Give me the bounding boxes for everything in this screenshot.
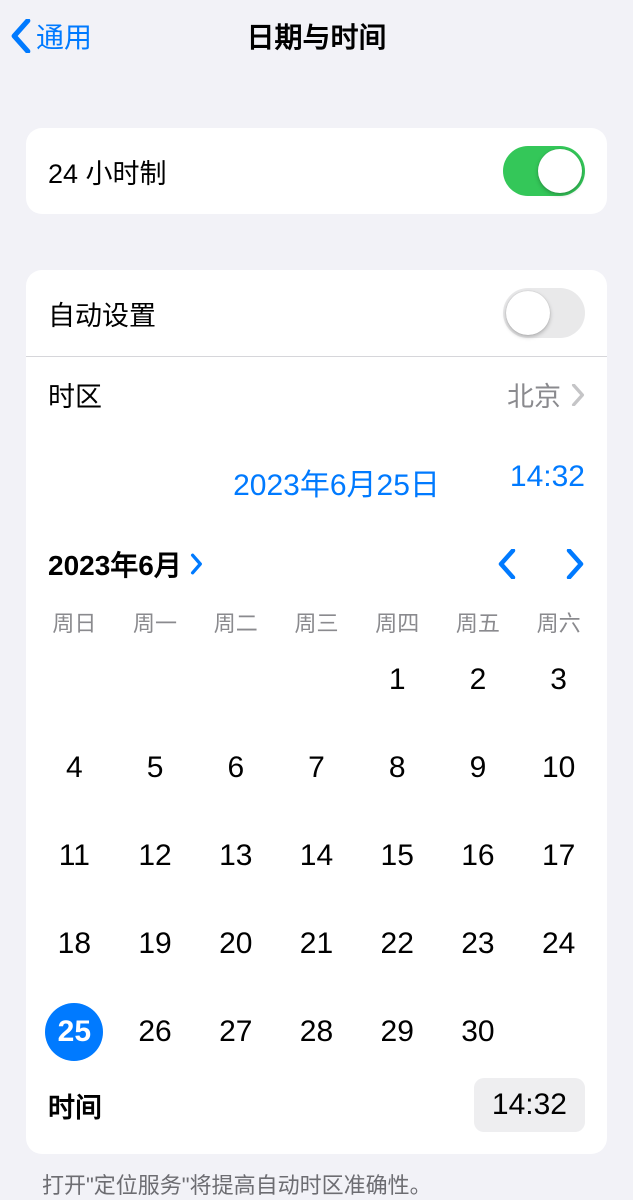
summary-time[interactable]: 14:32 (510, 460, 585, 504)
calendar-day[interactable]: 3 (518, 650, 599, 710)
calendar-day[interactable]: 19 (115, 914, 196, 974)
calendar-day-number: 20 (219, 927, 252, 961)
calendar-day[interactable]: 8 (357, 738, 438, 798)
toggle-knob (506, 291, 550, 335)
calendar-day[interactable]: 17 (518, 826, 599, 886)
timezone-row[interactable]: 时区 北京 (26, 356, 607, 432)
calendar-day-number: 30 (461, 1015, 494, 1049)
weekday-label: 周日 (34, 606, 115, 638)
calendar-blank (115, 650, 196, 710)
calendar-day[interactable]: 16 (438, 826, 519, 886)
month-picker-button[interactable]: 2023年6月 (48, 544, 204, 584)
calendar-day-number: 5 (147, 751, 164, 785)
calendar-day-number: 22 (381, 927, 414, 961)
calendar-day-number: 15 (381, 839, 414, 873)
weekday-label: 周三 (276, 606, 357, 638)
calendar-day-number: 3 (550, 663, 567, 697)
weekday-header: 周日周一周二周三周四周五周六 (26, 598, 607, 646)
weekday-label: 周六 (518, 606, 599, 638)
calendar-day[interactable]: 7 (276, 738, 357, 798)
calendar-day-number: 24 (542, 927, 575, 961)
calendar-day[interactable]: 24 (518, 914, 599, 974)
clock-24h-toggle[interactable] (503, 146, 585, 196)
calendar-day-number: 29 (381, 1015, 414, 1049)
calendar-day[interactable]: 10 (518, 738, 599, 798)
calendar-day-number: 28 (300, 1015, 333, 1049)
calendar-day[interactable]: 23 (438, 914, 519, 974)
weekday-label: 周四 (357, 606, 438, 638)
summary-date[interactable]: 2023年6月25日 (233, 460, 440, 504)
calendar-day-number: 11 (59, 839, 90, 873)
calendar-day-number: 8 (389, 751, 406, 785)
calendar-day-number: 21 (300, 927, 333, 961)
calendar-day-number: 13 (219, 839, 252, 873)
calendar-day[interactable]: 9 (438, 738, 519, 798)
calendar-blank (34, 650, 115, 710)
weekday-label: 周五 (438, 606, 519, 638)
footnote: 打开"定位服务"将提高自动时区准确性。 (42, 1168, 591, 1200)
calendar-day-number: 14 (300, 839, 333, 873)
calendar-day-number: 26 (138, 1015, 171, 1049)
calendar-day-number: 1 (389, 663, 406, 697)
calendar-day-number: 6 (227, 751, 244, 785)
calendar-day-number: 27 (219, 1015, 252, 1049)
calendar-day-number: 9 (470, 751, 487, 785)
back-button[interactable]: 通用 (0, 16, 92, 56)
calendar-day[interactable]: 29 (357, 1002, 438, 1062)
chevron-right-icon (190, 553, 204, 575)
calendar-grid: 1234567891011121314151617181920212223242… (26, 646, 607, 1074)
auto-set-toggle[interactable] (503, 288, 585, 338)
weekday-label: 周一 (115, 606, 196, 638)
timezone-label: 时区 (48, 375, 102, 414)
calendar-blank (276, 650, 357, 710)
calendar-day[interactable]: 1 (357, 650, 438, 710)
calendar-day[interactable]: 28 (276, 1002, 357, 1062)
calendar-day[interactable]: 12 (115, 826, 196, 886)
calendar-day[interactable]: 5 (115, 738, 196, 798)
next-month-button[interactable] (565, 549, 585, 579)
back-label: 通用 (36, 16, 92, 56)
clock-24h-label: 24 小时制 (48, 152, 167, 191)
calendar-day[interactable]: 6 (195, 738, 276, 798)
calendar-day[interactable]: 21 (276, 914, 357, 974)
toggle-knob (538, 149, 582, 193)
calendar-day-number: 16 (461, 839, 494, 873)
calendar-day[interactable]: 27 (195, 1002, 276, 1062)
calendar-day-number: 7 (308, 751, 325, 785)
time-label: 时间 (48, 1086, 102, 1125)
calendar-day[interactable]: 11 (34, 826, 115, 886)
calendar-day[interactable]: 15 (357, 826, 438, 886)
calendar-day-number: 19 (138, 927, 171, 961)
chevron-right-icon (571, 384, 585, 406)
month-title: 2023年6月 (48, 544, 182, 584)
calendar-blank (195, 650, 276, 710)
calendar-day[interactable]: 4 (34, 738, 115, 798)
calendar-day-number: 12 (138, 839, 171, 873)
calendar-day-number: 23 (461, 927, 494, 961)
calendar-day[interactable]: 14 (276, 826, 357, 886)
calendar-day[interactable]: 2 (438, 650, 519, 710)
calendar-day-number: 17 (542, 839, 575, 873)
chevron-left-icon (10, 19, 32, 53)
auto-set-label: 自动设置 (48, 294, 156, 333)
calendar-day[interactable]: 30 (438, 1002, 519, 1062)
calendar-day-number: 2 (470, 663, 487, 697)
calendar-day-number: 18 (58, 927, 91, 961)
calendar-day[interactable]: 25 (34, 1002, 115, 1062)
group-datetime: 自动设置 时区 北京 2023年6月25日 14:32 2023年6月 (26, 270, 607, 1154)
calendar-day-number: 10 (542, 751, 575, 785)
group-24h: 24 小时制 (26, 128, 607, 214)
calendar-day[interactable]: 18 (34, 914, 115, 974)
calendar-day[interactable]: 26 (115, 1002, 196, 1062)
calendar-day-number: 4 (66, 751, 83, 785)
calendar-day[interactable]: 13 (195, 826, 276, 886)
weekday-label: 周二 (195, 606, 276, 638)
prev-month-button[interactable] (497, 549, 517, 579)
time-picker-button[interactable]: 14:32 (474, 1078, 585, 1132)
calendar-day[interactable]: 22 (357, 914, 438, 974)
calendar-day-number: 25 (45, 1003, 103, 1061)
calendar-day[interactable]: 20 (195, 914, 276, 974)
page-title: 日期与时间 (0, 16, 633, 56)
timezone-value: 北京 (507, 375, 561, 414)
